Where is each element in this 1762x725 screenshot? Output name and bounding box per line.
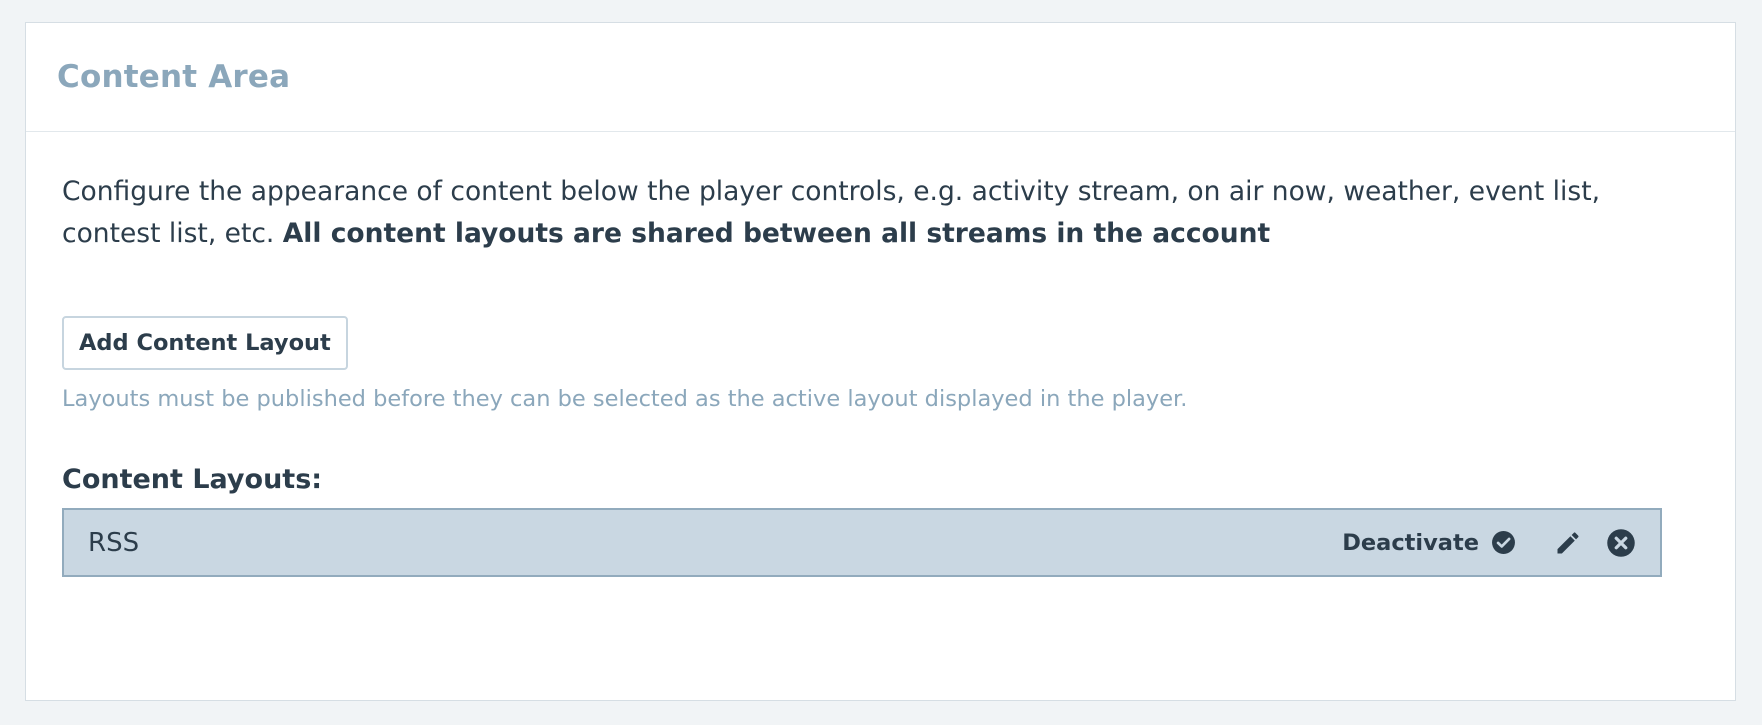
publish-hint: Layouts must be published before they ca…: [62, 386, 1188, 412]
panel-description: Configure the appearance of content belo…: [62, 171, 1702, 255]
description-bold: All content layouts are shared between a…: [282, 218, 1271, 249]
layout-row-rss[interactable]: RSS Deactivate: [62, 508, 1662, 577]
panel-title: Content Area: [57, 59, 291, 95]
check-circle-icon: [1491, 530, 1516, 555]
content-layouts-heading: Content Layouts:: [62, 464, 323, 495]
add-content-layout-button[interactable]: Add Content Layout: [62, 316, 348, 370]
deactivate-label: Deactivate: [1342, 529, 1479, 556]
close-circle-icon[interactable]: [1606, 528, 1636, 558]
deactivate-button[interactable]: Deactivate: [1342, 530, 1516, 556]
pencil-icon[interactable]: [1554, 529, 1582, 557]
content-area-panel: Content Area Configure the appearance of…: [25, 22, 1736, 701]
panel-body: Configure the appearance of content belo…: [26, 171, 1735, 577]
layout-name: RSS: [88, 527, 140, 558]
layout-row-actions: Deactivate: [1342, 528, 1636, 558]
panel-header: Content Area: [26, 23, 1735, 132]
